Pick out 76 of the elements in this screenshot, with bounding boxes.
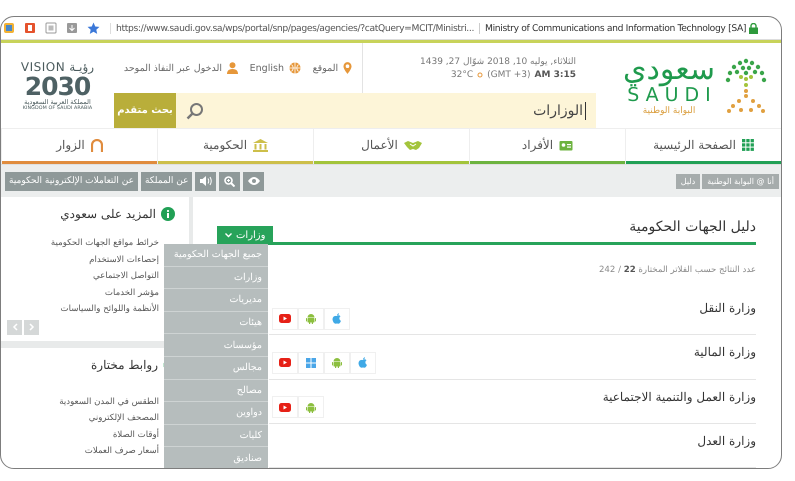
extension-icon[interactable] xyxy=(66,22,78,34)
sidebar-link[interactable]: خرائط مواقع الجهات الحكومية xyxy=(50,235,159,252)
robot-icon xyxy=(306,313,316,324)
sidebar-link[interactable]: إحصاءات الاستخدام xyxy=(89,252,159,268)
four-squares-icon xyxy=(306,358,316,368)
language-link[interactable]: English xyxy=(250,62,301,74)
sidebar-link[interactable]: الطقس في المدن السعودية xyxy=(59,394,159,410)
apple-icon xyxy=(332,313,342,324)
app-link[interactable] xyxy=(272,308,298,330)
logo-text: سعودي xyxy=(623,55,715,86)
lock-icon xyxy=(749,22,758,34)
location-link[interactable]: الموقع xyxy=(312,62,352,74)
speaker-button[interactable] xyxy=(195,172,216,190)
info-icon xyxy=(161,207,175,221)
time-text: AM 3:15 xyxy=(534,70,576,80)
zoom-button[interactable] xyxy=(219,172,240,190)
temperature: 32°C xyxy=(450,70,474,80)
app-link[interactable] xyxy=(298,352,324,374)
app-link[interactable] xyxy=(324,308,350,330)
app-link[interactable] xyxy=(272,396,298,418)
extension-icon[interactable] xyxy=(45,22,57,34)
url-field[interactable]: https://www.saudi.gov.sa/wps/portal/snp/pages/agencies/?catQuery=MCIT/Ministri... xyxy=(110,22,474,34)
chevron-right-icon xyxy=(28,323,34,331)
section-title: روابط مختارة xyxy=(90,358,158,372)
extension-icon[interactable] xyxy=(24,22,36,34)
speaker-icon xyxy=(200,176,212,186)
robot-icon xyxy=(332,357,342,368)
pin-icon xyxy=(343,62,352,74)
robot-icon xyxy=(306,402,316,413)
app-link[interactable] xyxy=(350,352,376,374)
sidebar-link[interactable]: المصحف الإلكتروني xyxy=(88,410,159,426)
globe-icon xyxy=(288,62,301,74)
entity-link[interactable]: وزارة العمل والتنمية الاجتماعية xyxy=(602,390,756,404)
caret-down-icon xyxy=(225,233,232,238)
entity-link[interactable]: وزارة النقل xyxy=(699,301,756,315)
star-icon[interactable] xyxy=(87,22,100,34)
search-field[interactable]: الوزارات xyxy=(176,93,596,128)
sidebar-link[interactable]: أسعار صرف العملات xyxy=(84,443,159,460)
chevron-left-icon xyxy=(12,323,18,331)
logo-subtitle: البوابة الوطنية xyxy=(642,106,696,116)
arch-icon xyxy=(90,138,103,152)
entity-link[interactable]: وزارة المالية xyxy=(694,345,756,360)
bank-icon xyxy=(253,138,268,152)
play-button-icon xyxy=(279,358,291,368)
date-text: الثلاثاء, يوليه 10, 2018 شوّال 27, 1439 xyxy=(420,56,576,66)
sidebar-link[interactable]: مؤشر الخدمات xyxy=(104,284,159,301)
app-link[interactable] xyxy=(324,352,350,374)
eye-button[interactable] xyxy=(243,172,264,190)
app-link[interactable] xyxy=(298,308,324,330)
vision-label: رؤيـة xyxy=(69,60,94,74)
page-title: Ministry of Communications and Information Technology [SA] xyxy=(479,22,746,34)
page-heading: دليل الجهات الحكومية xyxy=(273,219,756,245)
id-card-icon xyxy=(559,140,574,150)
search-icon[interactable] xyxy=(186,102,204,120)
grid-icon xyxy=(742,139,754,151)
zoom-icon xyxy=(224,176,236,186)
sidebar-link[interactable]: التواصل الاجتماعي xyxy=(92,268,159,284)
play-button-icon xyxy=(279,314,291,324)
sun-icon xyxy=(477,72,484,78)
person-icon xyxy=(227,62,238,74)
vision-year: 2030 xyxy=(24,74,90,99)
play-button-icon xyxy=(279,402,291,412)
sidebar-link[interactable]: أوقات الصلاة xyxy=(112,426,159,443)
sidebar-link[interactable]: الأنظمة واللوائح والسياسات xyxy=(60,301,159,318)
search-input[interactable]: الوزارات xyxy=(204,102,586,120)
timezone: (GMT +3) xyxy=(487,70,531,80)
vision-label: VISION xyxy=(20,60,66,74)
eye-icon xyxy=(248,177,260,185)
login-link[interactable]: الدخول عبر النفاذ الموحد xyxy=(124,62,238,74)
app-link[interactable] xyxy=(298,396,324,418)
section-title: المزيد على سعودي xyxy=(60,207,156,221)
logo-text: SAUDI xyxy=(627,85,717,106)
app-link[interactable] xyxy=(272,352,298,374)
apple-icon xyxy=(358,357,368,368)
extension-icon[interactable] xyxy=(3,22,15,34)
entity-link[interactable]: وزارة العدل xyxy=(697,434,756,448)
